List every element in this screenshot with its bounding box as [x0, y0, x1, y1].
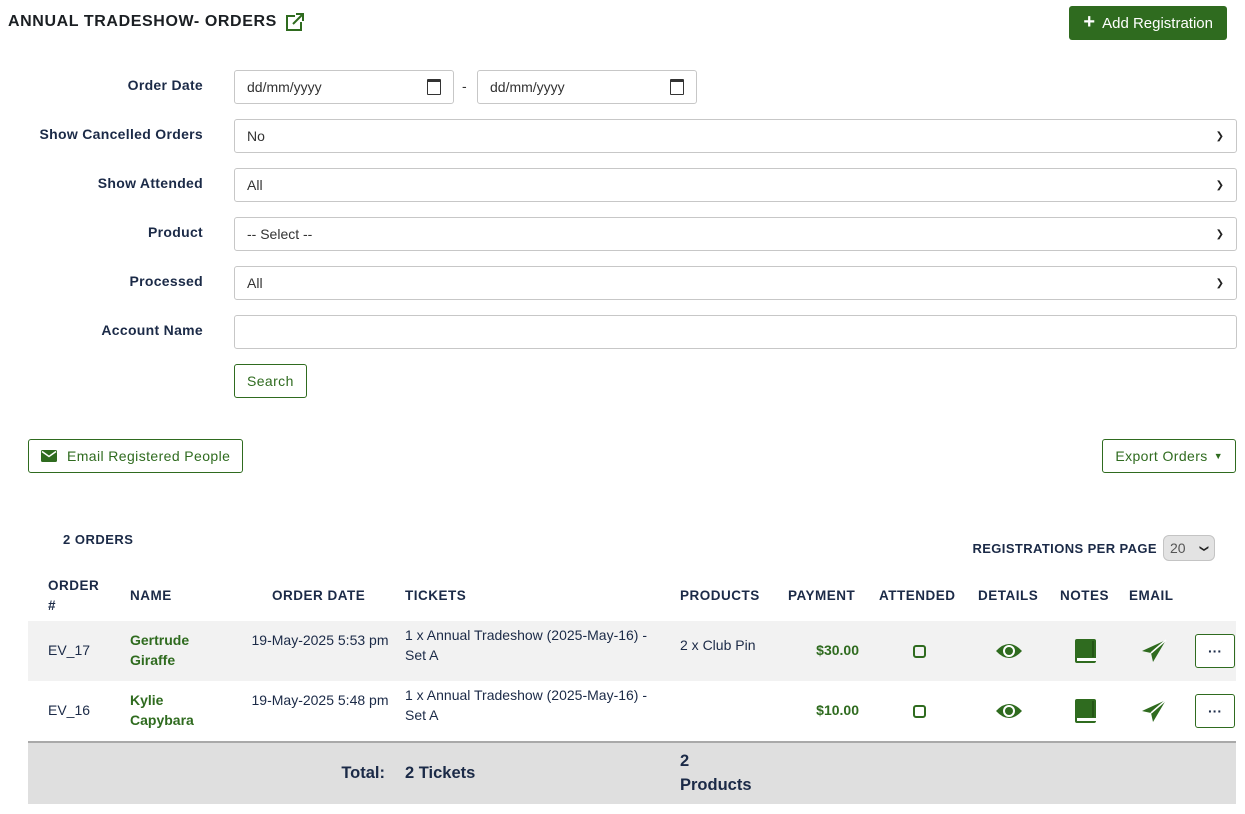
attended-checkbox[interactable]: [913, 705, 926, 718]
show-cancelled-label: Show Cancelled Orders: [39, 126, 203, 142]
more-actions-button[interactable]: ···: [1195, 694, 1235, 728]
table-total-row: Total: 2 Tickets 2 Products: [28, 741, 1236, 804]
order-date: 19-May-2025 5:48 pm: [251, 692, 389, 708]
column-header-order-date: ORDER DATE: [272, 588, 366, 603]
payment: $30.00: [816, 642, 859, 658]
per-page-label: REGISTRATIONS PER PAGE: [972, 540, 1157, 556]
per-page-select[interactable]: 20 ❯: [1163, 535, 1215, 561]
column-header-payment: PAYMENT: [788, 588, 856, 603]
more-actions-button[interactable]: ···: [1195, 634, 1235, 668]
processed-value: All: [247, 275, 263, 291]
product-select[interactable]: -- Select -- ❯: [234, 217, 1237, 251]
attended-checkbox[interactable]: [913, 645, 926, 658]
chevron-down-icon: ❯: [1199, 544, 1210, 552]
add-registration-button[interactable]: + Add Registration: [1069, 6, 1227, 40]
account-name-input[interactable]: [234, 315, 1237, 349]
products: 2 x Club Pin: [680, 637, 756, 653]
product-value: -- Select --: [247, 226, 313, 242]
export-orders-label: Export Orders: [1115, 448, 1208, 464]
chevron-down-icon: ❯: [1215, 277, 1224, 289]
total-tickets: 2 Tickets: [405, 764, 476, 782]
order-date-label: Order Date: [127, 77, 203, 93]
show-attended-label: Show Attended: [97, 175, 203, 191]
page-title: ANNUAL TRADESHOW- ORDERS: [8, 13, 277, 30]
column-header-notes: NOTES: [1060, 588, 1110, 603]
add-registration-label: Add Registration: [1102, 14, 1213, 32]
date-separator: -: [462, 78, 467, 94]
table-row: EV_17 Gertrude Giraffe 19-May-2025 5:53 …: [28, 621, 1236, 681]
book-icon[interactable]: [1072, 697, 1100, 725]
processed-row: Processed: [0, 273, 203, 289]
registrations-per-page: REGISTRATIONS PER PAGE 20 ❯: [972, 535, 1215, 561]
column-header-name: NAME: [130, 588, 172, 603]
processed-label: Processed: [129, 273, 203, 289]
total-label: Total:: [341, 764, 385, 782]
column-header-details: DETAILS: [978, 588, 1039, 603]
order-number: EV_17: [48, 642, 91, 658]
date-from-placeholder: dd/mm/yyyy: [247, 79, 322, 95]
column-header-order: ORDER #: [48, 578, 100, 613]
eye-icon[interactable]: [990, 697, 1028, 725]
show-attended-row: Show Attended: [0, 175, 203, 191]
plus-icon: +: [1083, 11, 1096, 33]
order-date-to-input[interactable]: dd/mm/yyyy: [477, 70, 697, 104]
tickets: 1 x Annual Tradeshow (2025-May-16) - Set…: [405, 687, 648, 723]
processed-select[interactable]: All ❯: [234, 266, 1237, 300]
order-date-from-input[interactable]: dd/mm/yyyy: [234, 70, 454, 104]
customer-name-link[interactable]: Gertrude Giraffe: [130, 630, 220, 670]
export-orders-button[interactable]: Export Orders ▼: [1102, 439, 1236, 473]
caret-down-icon: ▼: [1213, 451, 1223, 461]
calendar-icon[interactable]: [427, 79, 441, 95]
product-row: Product: [0, 224, 203, 240]
eye-icon[interactable]: [990, 637, 1028, 665]
book-icon[interactable]: [1072, 637, 1100, 665]
order-number: EV_16: [48, 702, 91, 718]
column-header-attended: ATTENDED: [879, 588, 956, 603]
show-attended-value: All: [247, 177, 263, 193]
chevron-down-icon: ❯: [1215, 130, 1224, 142]
date-to-placeholder: dd/mm/yyyy: [490, 79, 565, 95]
chevron-down-icon: ❯: [1215, 179, 1224, 191]
show-cancelled-select[interactable]: No ❯: [234, 119, 1237, 153]
product-label: Product: [148, 224, 203, 240]
chevron-down-icon: ❯: [1215, 228, 1224, 240]
per-page-value: 20: [1170, 540, 1186, 556]
column-header-products: PRODUCTS: [680, 588, 760, 603]
total-products: 2 Products: [680, 752, 752, 794]
show-cancelled-row: Show Cancelled Orders: [0, 126, 203, 142]
page-header: ANNUAL TRADESHOW- ORDERS: [8, 12, 305, 32]
account-name-label: Account Name: [101, 322, 203, 338]
table-row: EV_16 Kylie Capybara 19-May-2025 5:48 pm…: [28, 681, 1236, 741]
column-header-email: EMAIL: [1129, 588, 1174, 603]
tickets: 1 x Annual Tradeshow (2025-May-16) - Set…: [405, 627, 648, 663]
paper-plane-icon[interactable]: [1139, 697, 1169, 725]
email-registered-button[interactable]: Email Registered People: [28, 439, 244, 473]
customer-name-link[interactable]: Kylie Capybara: [130, 690, 220, 730]
column-header-tickets: TICKETS: [405, 588, 467, 603]
search-button[interactable]: Search: [234, 364, 307, 398]
payment: $10.00: [816, 702, 859, 718]
paper-plane-icon[interactable]: [1139, 637, 1169, 665]
envelope-icon: [41, 450, 57, 462]
order-date: 19-May-2025 5:53 pm: [251, 632, 389, 648]
calendar-icon[interactable]: [670, 79, 684, 95]
order-date-row: Order Date: [0, 77, 203, 93]
account-name-row: Account Name: [0, 322, 203, 338]
show-attended-select[interactable]: All ❯: [234, 168, 1237, 202]
orders-count: 2 ORDERS: [63, 532, 134, 547]
show-cancelled-value: No: [247, 128, 265, 144]
external-link-icon[interactable]: [285, 12, 305, 32]
email-registered-label: Email Registered People: [67, 448, 231, 464]
